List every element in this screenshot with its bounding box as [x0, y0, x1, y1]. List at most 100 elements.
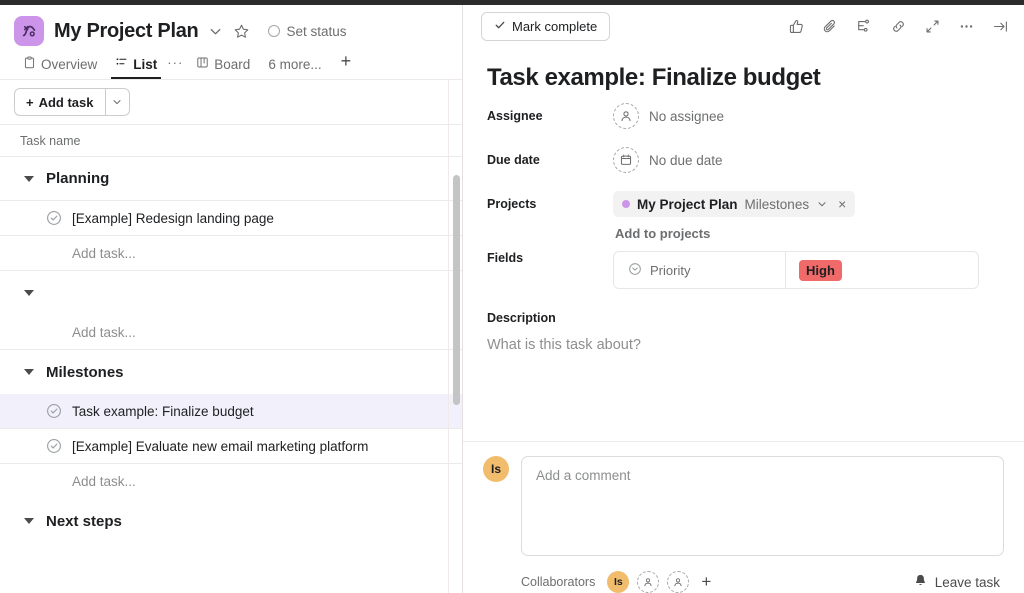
tab-overview-label: Overview	[41, 56, 98, 72]
due-date-row: Due date No due date	[485, 140, 1002, 180]
task-detail-body: Task example: Finalize budget Assignee N…	[463, 52, 1024, 441]
more-options-icon[interactable]	[956, 16, 976, 36]
due-date-label: Due date	[487, 153, 540, 167]
project-chart-icon	[14, 16, 44, 46]
thumbs-up-icon[interactable]	[786, 16, 806, 36]
project-dot-icon	[622, 200, 630, 208]
mark-complete-button[interactable]: Mark complete	[481, 11, 611, 41]
tab-more[interactable]: 6 more...	[259, 57, 330, 79]
tab-board-label: Board	[214, 56, 251, 72]
task-name: [Example] Redesign landing page	[72, 210, 274, 226]
project-list-pane: My Project Plan Set status Overview List…	[0, 0, 463, 593]
link-icon[interactable]	[888, 16, 908, 36]
tab-overflow-dots[interactable]: ···	[166, 55, 187, 79]
star-icon[interactable]	[233, 23, 250, 40]
add-task-inline-planning[interactable]: Add task...	[0, 236, 463, 271]
fields-label: Fields	[487, 251, 524, 265]
due-date-text: No due date	[649, 152, 723, 168]
tab-board[interactable]: Board	[187, 56, 259, 79]
field-priority-label: Priority	[650, 262, 691, 278]
task-name: Task example: Finalize budget	[72, 403, 254, 419]
section-header-next-steps[interactable]: Next steps	[0, 499, 463, 543]
table-row-selected[interactable]: Task example: Finalize budget	[0, 394, 463, 429]
comment-input[interactable]: Add a comment	[521, 456, 1004, 556]
add-task-toolbar: + Add task	[0, 80, 463, 124]
task-detail-toolbar: Mark complete	[463, 0, 1024, 52]
assignee-text: No assignee	[649, 108, 725, 124]
list-column-header: Task name	[0, 124, 463, 157]
add-task-button-group: + Add task	[14, 88, 130, 116]
leave-task-label: Leave task	[934, 574, 1000, 590]
section-header-planning[interactable]: Planning	[0, 157, 463, 201]
top-window-strip	[0, 0, 1024, 5]
chevron-down-icon[interactable]	[816, 198, 828, 210]
set-status-button[interactable]: Set status	[268, 24, 346, 39]
projects-label: Projects	[487, 197, 537, 211]
status-badge: High	[799, 259, 842, 281]
tab-overview[interactable]: Overview	[14, 56, 106, 79]
field-priority-value[interactable]: High	[786, 252, 978, 288]
avatar[interactable]: Is	[483, 456, 509, 482]
toolbar-icon-group	[786, 16, 1010, 36]
collaborator-placeholder-avatar-2[interactable]	[667, 571, 690, 593]
add-task-inline-milestones[interactable]: Add task...	[0, 464, 463, 499]
calendar-icon	[613, 147, 639, 173]
add-task-button[interactable]: + Add task	[15, 89, 105, 115]
add-collaborator-button[interactable]: +	[701, 572, 711, 592]
section-name: Milestones	[46, 363, 124, 381]
project-chip-section: Milestones	[744, 196, 810, 212]
chevron-down-icon[interactable]	[24, 175, 34, 182]
section-header-untitled[interactable]	[0, 271, 463, 315]
task-name: [Example] Evaluate new email marketing p…	[72, 438, 369, 454]
board-icon	[196, 56, 209, 72]
check-circle-icon[interactable]	[46, 403, 62, 419]
fields-box: Priority High	[613, 251, 979, 289]
leave-task-button[interactable]: Leave task	[913, 573, 1000, 591]
check-circle-icon[interactable]	[46, 210, 62, 226]
check-circle-icon[interactable]	[46, 438, 62, 454]
tab-list[interactable]: List	[106, 56, 166, 79]
collaborator-avatar[interactable]: Is	[607, 571, 630, 593]
section-name: Planning	[46, 170, 110, 187]
field-priority-key[interactable]: Priority	[614, 252, 786, 288]
bell-icon	[913, 573, 928, 591]
add-task-chevron-down-icon[interactable]	[104, 89, 129, 115]
description-input[interactable]: What is this task about?	[487, 337, 1002, 353]
assignee-value[interactable]: No assignee	[613, 103, 724, 129]
section-header-milestones[interactable]: Milestones	[0, 350, 463, 394]
add-to-projects-link[interactable]: Add to projects	[615, 226, 1002, 241]
paperclip-icon[interactable]	[820, 16, 840, 36]
section-name: Next steps	[46, 512, 122, 530]
subtask-icon[interactable]	[854, 16, 874, 36]
asana-task-app: My Project Plan Set status Overview List…	[0, 0, 1024, 593]
chevron-down-icon[interactable]	[24, 369, 34, 375]
remove-project-icon[interactable]: ×	[838, 196, 846, 212]
column-header-task-name: Task name	[20, 133, 81, 148]
add-tab-button[interactable]: +	[331, 51, 360, 79]
comment-section: Is Add a comment Collaborators Is + Leav…	[463, 441, 1024, 593]
projects-value: My Project Plan Milestones ×	[613, 191, 856, 217]
project-chevron-down-icon[interactable]	[208, 24, 223, 39]
chevron-down-icon[interactable]	[24, 518, 34, 524]
expand-icon[interactable]	[922, 16, 942, 36]
list-right-divider	[448, 80, 449, 593]
dropdown-circle-icon	[628, 262, 642, 279]
assignee-row: Assignee No assignee	[485, 96, 1002, 136]
assignee-label: Assignee	[487, 109, 543, 123]
comment-row: Is Add a comment	[483, 456, 1004, 556]
view-tabs: Overview List ··· Board 6 more... +	[0, 50, 463, 80]
add-task-inline-untitled[interactable]: Add task...	[0, 315, 463, 350]
table-row[interactable]: [Example] Evaluate new email marketing p…	[0, 429, 463, 464]
table-row[interactable]: [Example] Redesign landing page	[0, 201, 463, 236]
due-date-value[interactable]: No due date	[613, 147, 723, 173]
tab-more-label: 6 more...	[268, 57, 322, 72]
collaborator-placeholder-avatar-1[interactable]	[637, 571, 660, 593]
task-detail-title: Task example: Finalize budget	[487, 64, 821, 91]
collapse-panel-icon[interactable]	[990, 16, 1010, 36]
tab-list-label: List	[133, 56, 158, 72]
chevron-down-icon[interactable]	[24, 290, 34, 296]
list-scrollbar[interactable]	[453, 175, 460, 405]
collaborators-label: Collaborators	[521, 575, 596, 589]
task-list-rows: Planning [Example] Redesign landing page…	[0, 157, 463, 543]
project-chip[interactable]: My Project Plan Milestones ×	[613, 191, 856, 217]
